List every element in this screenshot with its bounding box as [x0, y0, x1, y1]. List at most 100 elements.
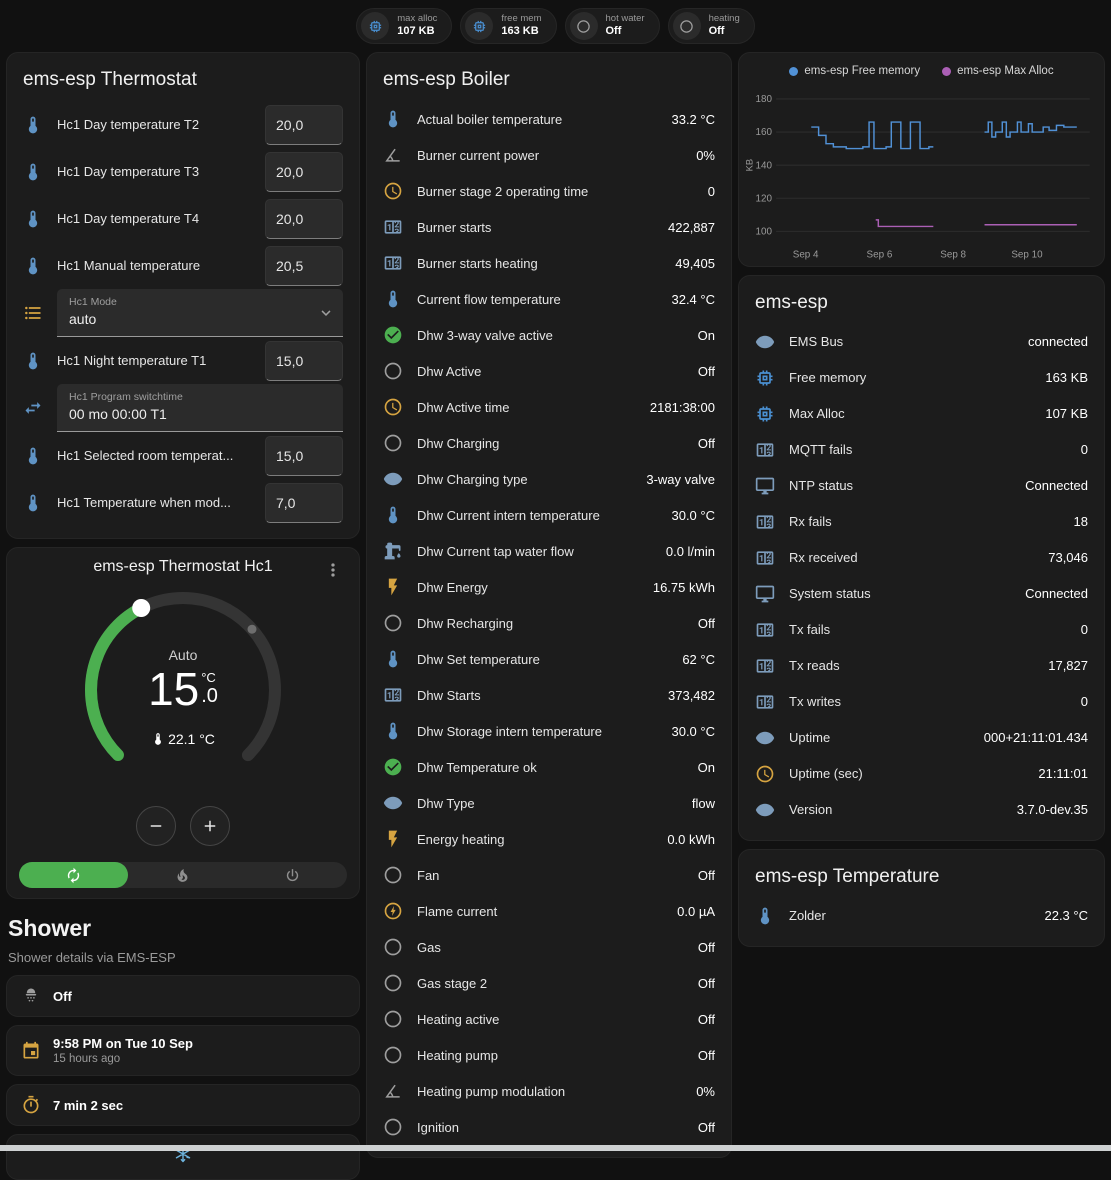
badge-icon-slot: [472, 19, 487, 34]
entity-row[interactable]: Hc1 Temperature when mod... 7,0: [23, 479, 343, 526]
entity-row[interactable]: Gas Off: [383, 929, 715, 965]
entity-row[interactable]: Dhw Current tap water flow 0.0 l/min: [383, 533, 715, 569]
entity-row[interactable]: EMS Bus connected: [755, 324, 1088, 360]
entity-row[interactable]: NTP status Connected: [755, 468, 1088, 504]
calendar-icon: [21, 1041, 41, 1061]
entity-row[interactable]: Gas stage 2 Off: [383, 965, 715, 1001]
row-icon-slot: [383, 649, 403, 669]
entity-row[interactable]: System status Connected: [755, 576, 1088, 612]
number-input[interactable]: 20,5: [265, 246, 343, 286]
number-input[interactable]: 15,0: [265, 436, 343, 476]
legend-item-free-memory[interactable]: ems-esp Free memory: [789, 65, 920, 77]
badge[interactable]: free mem 163 KB: [460, 8, 556, 44]
entity-row[interactable]: Zolder 22.3 °C: [755, 898, 1088, 934]
entity-row[interactable]: Hc1 Manual temperature 20,5: [23, 242, 343, 289]
badge[interactable]: hot water Off: [565, 8, 660, 44]
entity-row[interactable]: MQTT fails 0: [755, 432, 1088, 468]
dial-card-header: ems-esp Thermostat Hc1: [15, 558, 351, 584]
entity-value: 0.0 kWh: [667, 832, 715, 847]
thermostat-dial[interactable]: Auto 15 °C .0 22.1 °C: [72, 590, 294, 800]
badge[interactable]: max alloc 107 KB: [356, 8, 452, 44]
entity-row[interactable]: Uptime (sec) 21:11:01: [755, 756, 1088, 792]
entity-row[interactable]: Hc1 Night temperature T1 15,0: [23, 337, 343, 384]
badge[interactable]: heating Off: [668, 8, 755, 44]
svg-text:KB: KB: [745, 159, 754, 171]
entity-label: Dhw Current intern temperature: [417, 508, 657, 523]
entity-row[interactable]: Heating pump modulation 0%: [383, 1073, 715, 1109]
dial-handle[interactable]: [132, 599, 150, 617]
entity-row[interactable]: Tx writes 0: [755, 684, 1088, 720]
entity-row[interactable]: Heating active Off: [383, 1001, 715, 1037]
entity-row[interactable]: Max Alloc 107 KB: [755, 396, 1088, 432]
entity-row[interactable]: Dhw 3-way valve active On: [383, 317, 715, 353]
decrease-temp-button[interactable]: [136, 806, 176, 846]
entity-row[interactable]: Dhw Active time 2181:38:00: [383, 389, 715, 425]
circle-outline-icon: [383, 433, 403, 453]
entity-row[interactable]: Hc1 Day temperature T3 20,0: [23, 148, 343, 195]
entity-row[interactable]: Dhw Temperature ok On: [383, 749, 715, 785]
entity-row[interactable]: Hc1 Day temperature T2 20,0: [23, 101, 343, 148]
thermometer-icon: [383, 109, 403, 129]
hvac-mode-power-button[interactable]: [238, 862, 347, 888]
entity-row[interactable]: Free memory 163 KB: [755, 360, 1088, 396]
entity-row[interactable]: Dhw Recharging Off: [383, 605, 715, 641]
entity-row[interactable]: Burner current power 0%: [383, 137, 715, 173]
entity-row[interactable]: Hc1 Mode auto: [23, 289, 343, 337]
thermometer-icon: [23, 115, 43, 135]
entity-row[interactable]: Tx fails 0: [755, 612, 1088, 648]
partial-card[interactable]: [6, 1134, 360, 1180]
shower-info-value: 7 min 2 sec: [53, 1098, 123, 1113]
entity-row[interactable]: Actual boiler temperature 33.2 °C: [383, 101, 715, 137]
entity-row[interactable]: Rx fails 18: [755, 504, 1088, 540]
entity-row[interactable]: Current flow temperature 32.4 °C: [383, 281, 715, 317]
row-icon-slot: [383, 829, 403, 849]
entity-row[interactable]: Dhw Charging Off: [383, 425, 715, 461]
entity-row[interactable]: Dhw Storage intern temperature 30.0 °C: [383, 713, 715, 749]
row-icon-slot: [383, 253, 403, 273]
menu-icon[interactable]: [323, 560, 343, 580]
entity-row[interactable]: Hc1 Program switchtime 00 mo 00:00 T1: [23, 384, 343, 432]
hvac-mode-fire-button[interactable]: [128, 862, 237, 888]
entity-row[interactable]: Rx received 73,046: [755, 540, 1088, 576]
number-input[interactable]: 20,0: [265, 105, 343, 145]
entity-row[interactable]: Dhw Current intern temperature 30.0 °C: [383, 497, 715, 533]
entity-row[interactable]: Version 3.7.0-dev.35: [755, 792, 1088, 828]
entity-row[interactable]: Dhw Type flow: [383, 785, 715, 821]
entity-row[interactable]: Dhw Energy 16.75 kWh: [383, 569, 715, 605]
entity-row[interactable]: Tx reads 17,827: [755, 648, 1088, 684]
increase-temp-button[interactable]: [190, 806, 230, 846]
entity-row[interactable]: Dhw Active Off: [383, 353, 715, 389]
entity-row[interactable]: Flame current 0.0 µA: [383, 893, 715, 929]
entity-row[interactable]: Hc1 Day temperature T4 20,0: [23, 195, 343, 242]
entity-row[interactable]: Burner starts 422,887: [383, 209, 715, 245]
entity-row[interactable]: Dhw Charging type 3-way valve: [383, 461, 715, 497]
svg-text:Sep 10: Sep 10: [1011, 250, 1043, 261]
entity-row[interactable]: Burner stage 2 operating time 0: [383, 173, 715, 209]
current-temp-marker: [248, 625, 257, 634]
entity-row[interactable]: Heating pump Off: [383, 1037, 715, 1073]
svg-text:100: 100: [756, 227, 773, 238]
row-icon-slot: [23, 256, 43, 276]
text-field[interactable]: Hc1 Program switchtime 00 mo 00:00 T1: [57, 384, 343, 432]
entity-row[interactable]: Hc1 Selected room temperat... 15,0: [23, 432, 343, 479]
number-input[interactable]: 7,0: [265, 483, 343, 523]
entity-row[interactable]: Dhw Set temperature 62 °C: [383, 641, 715, 677]
hvac-mode-autorenew-button[interactable]: [19, 862, 128, 888]
row-icon-slot: [383, 613, 403, 633]
entity-row[interactable]: Burner starts heating 49,405: [383, 245, 715, 281]
entity-row[interactable]: Energy heating 0.0 kWh: [383, 821, 715, 857]
number-input[interactable]: 20,0: [265, 199, 343, 239]
shower-info-card[interactable]: 7 min 2 sec: [6, 1084, 360, 1126]
entity-row[interactable]: Uptime 000+21:11:01.434: [755, 720, 1088, 756]
legend-item-max-alloc[interactable]: ems-esp Max Alloc: [942, 65, 1054, 77]
clock-icon: [383, 181, 403, 201]
shower-info-card[interactable]: 9:58 PM on Tue 10 Sep 15 hours ago: [6, 1025, 360, 1076]
svg-text:180: 180: [756, 94, 773, 105]
shower-info-card[interactable]: Off: [6, 975, 360, 1017]
mode-select[interactable]: Hc1 Mode auto: [57, 289, 343, 337]
entity-row[interactable]: Ignition Off: [383, 1109, 715, 1145]
entity-row[interactable]: Fan Off: [383, 857, 715, 893]
entity-row[interactable]: Dhw Starts 373,482: [383, 677, 715, 713]
number-input[interactable]: 15,0: [265, 341, 343, 381]
number-input[interactable]: 20,0: [265, 152, 343, 192]
